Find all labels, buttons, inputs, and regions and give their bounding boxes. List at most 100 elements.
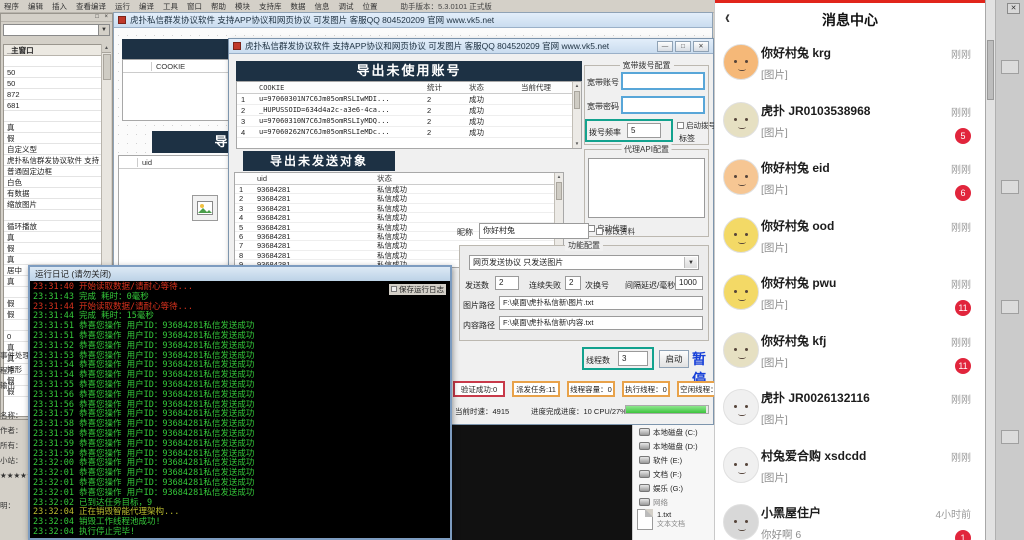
menu-item[interactable]: 编辑 (28, 1, 43, 12)
property-value[interactable]: 假 (4, 243, 102, 254)
scroll-up-arrow-icon[interactable]: ▲ (573, 82, 581, 90)
target-row[interactable]: 3 93684281 私信成功 (235, 204, 563, 213)
property-value[interactable]: 681 (4, 100, 102, 111)
menu-item[interactable]: 工具 (163, 1, 178, 12)
start-button[interactable]: 启动 (659, 350, 689, 368)
property-value[interactable] (4, 111, 102, 122)
scrollbar-thumb[interactable] (574, 91, 580, 109)
property-value[interactable]: 872 (4, 89, 102, 100)
menu-item[interactable]: 插入 (52, 1, 67, 12)
conversation-item[interactable]: 你好村兔 eid [图片] 刚刚 6 (715, 151, 985, 209)
close-icon[interactable]: ✕ (1007, 3, 1020, 14)
image-path-input[interactable]: F:\桌面\虎扑私信新\图片.txt (499, 296, 703, 310)
col-status[interactable]: 状态 (469, 82, 521, 93)
back-arrow-icon[interactable]: ‹ (725, 6, 730, 28)
menu-item[interactable]: 信息 (315, 1, 330, 12)
property-value[interactable]: 有数据 (4, 188, 102, 199)
menu-item[interactable]: 帮助 (211, 1, 226, 12)
modify-profile-checkbox[interactable]: 修改资料 (596, 226, 635, 237)
console-titlebar[interactable]: 运行日记 (请勿关闭) (30, 267, 450, 281)
property-value[interactable] (4, 210, 102, 221)
proxy-api-textarea[interactable] (588, 158, 705, 218)
conversation-item[interactable]: 虎扑 JR0026132116 [图片] 刚刚 (715, 381, 985, 439)
nickname-input[interactable]: 你好村兔 (479, 223, 589, 239)
minimize-button[interactable]: — (657, 41, 673, 52)
file-item[interactable]: 1.txt 文本文档 (637, 509, 685, 530)
menu-item[interactable]: 窗口 (187, 1, 202, 12)
save-log-checkbox[interactable]: 保存运行日志 (389, 284, 446, 295)
scrollbar-thumb[interactable] (987, 40, 994, 100)
design-image-button[interactable] (192, 195, 218, 221)
scrollbar-thumb[interactable] (556, 182, 562, 200)
account-row[interactable]: 2 _HUPUSSOID=634d4a2c-a3e6-4ca... 2 成功 (237, 105, 581, 116)
property-panel-window-buttons[interactable]: □ × (95, 14, 110, 20)
dialog-titlebar[interactable]: 虎扑私信群发协议软件 支持APP协议和网页协议 可发图片 客服QQ 804520… (229, 39, 713, 54)
menu-item[interactable]: 编译 (139, 1, 154, 12)
menu-item[interactable]: 调试 (339, 1, 354, 12)
menu-item[interactable]: 位置 (363, 1, 378, 12)
conversation-item[interactable]: 你好村兔 krg [图片] 刚刚 (715, 36, 985, 94)
conversation-item[interactable]: 村兔爱合购 xsdcdd [图片] 刚刚 (715, 439, 985, 497)
property-value[interactable]: 白色 (4, 177, 102, 188)
menu-item[interactable]: 运行 (115, 1, 130, 12)
conversation-item[interactable]: 你好村兔 kfj [图片] 刚刚 11 (715, 324, 985, 382)
scroll-up-arrow-icon[interactable]: ▲ (102, 44, 111, 53)
property-value[interactable]: 真 (4, 122, 102, 133)
protocol-select[interactable]: 网页发送协议 只发送图片 ▼ (469, 255, 699, 270)
drive-item[interactable]: 本地磁盘 (D:) (633, 439, 714, 453)
content-path-input[interactable]: F:\桌面\虎扑私信新\内容.txt (499, 316, 703, 330)
design-window-titlebar[interactable]: 虎扑私信群发协议软件 支持APP协议和网页协议 可发图片 客服QQ 804520… (114, 13, 712, 28)
drive-item[interactable]: 本地磁盘 (C:) (633, 425, 714, 439)
close-button[interactable]: ✕ (693, 41, 709, 52)
menu-item[interactable]: 支持库 (259, 1, 282, 12)
start-dial-checkbox[interactable]: 启动拨号 (677, 120, 716, 131)
account-row[interactable]: 1 u=97060301N7C6Jm05omRSLIwMDI... 2 成功 (237, 94, 581, 105)
broadband-password-input[interactable] (621, 96, 705, 114)
account-row[interactable]: 3 u=97060310N7C6Jm05omRSLIyMDQ... 2 成功 (237, 116, 581, 127)
menu-item[interactable]: 查看编译 (76, 1, 106, 12)
menu-item[interactable]: 程序 (4, 1, 19, 12)
chevron-down-icon[interactable]: ▼ (98, 25, 109, 35)
col-uid[interactable]: uid (257, 173, 377, 184)
col-status[interactable]: 状态 (377, 173, 429, 184)
scrollbar-thumb[interactable] (103, 54, 111, 80)
drive-item[interactable]: 娱乐 (G:) (633, 481, 714, 495)
col-cookie[interactable]: COOKIE (259, 82, 427, 93)
send-count-input[interactable]: 2 (495, 276, 519, 290)
property-value[interactable]: 真 (4, 254, 102, 265)
property-value[interactable]: 真 (4, 232, 102, 243)
property-value[interactable]: 50 (4, 78, 102, 89)
thread-count-input[interactable]: 3 (618, 351, 648, 366)
drive-item[interactable]: 网络 (633, 495, 714, 509)
accounts-table-scrollbar[interactable]: ▲ ▼ (572, 82, 581, 148)
console-log-body[interactable]: 23:31:40 开始读取数据/请耐心等待...23:31:43 完成 耗时：0… (30, 281, 450, 538)
broadband-account-input[interactable] (621, 72, 705, 90)
dial-frequency-input[interactable]: 5 (627, 123, 661, 138)
property-object-select[interactable]: ▼ (3, 24, 110, 36)
conversation-item[interactable]: 小黑屋住户 你好啊 6 4小时前 1 (715, 496, 985, 540)
unused-accounts-table[interactable]: COOKIE 统计 状态 当前代理 1 u=97060301N7C6Jm05om… (236, 81, 582, 149)
property-value[interactable] (4, 56, 102, 67)
drive-item[interactable]: 文档 (F:) (633, 467, 714, 481)
property-value[interactable]: 50 (4, 67, 102, 78)
conversation-item[interactable]: 你好村兔 pwu [图片] 刚刚 11 (715, 266, 985, 324)
target-row[interactable]: 2 93684281 私信成功 (235, 194, 563, 203)
menu-item[interactable]: 模块 (235, 1, 250, 12)
property-value[interactable]: 普通固定边框 (4, 166, 102, 177)
scroll-down-arrow-icon[interactable]: ▼ (573, 140, 581, 148)
delay-input[interactable]: 1000 (675, 276, 703, 290)
conversation-item[interactable]: 你好村兔 ood [图片] 刚刚 (715, 209, 985, 267)
right-scrollbar[interactable] (986, 0, 996, 540)
drive-item[interactable]: 软件 (E:) (633, 453, 714, 467)
target-row[interactable]: 4 93684281 私信成功 (235, 213, 563, 222)
property-value[interactable]: 自定义型 (4, 144, 102, 155)
property-value[interactable]: 假 (4, 133, 102, 144)
maximize-button[interactable]: □ (675, 41, 691, 52)
conversation-item[interactable]: 虎扑 JR0103538968 [图片] 刚刚 5 (715, 94, 985, 152)
property-value[interactable]: 循环播放 (4, 221, 102, 232)
fail-count-input[interactable]: 2 (565, 276, 581, 290)
scroll-up-arrow-icon[interactable]: ▲ (555, 173, 563, 181)
property-value[interactable]: 缩放图片 (4, 199, 102, 210)
col-count[interactable]: 统计 (427, 82, 469, 93)
target-row[interactable]: 1 93684281 私信成功 (235, 185, 563, 194)
